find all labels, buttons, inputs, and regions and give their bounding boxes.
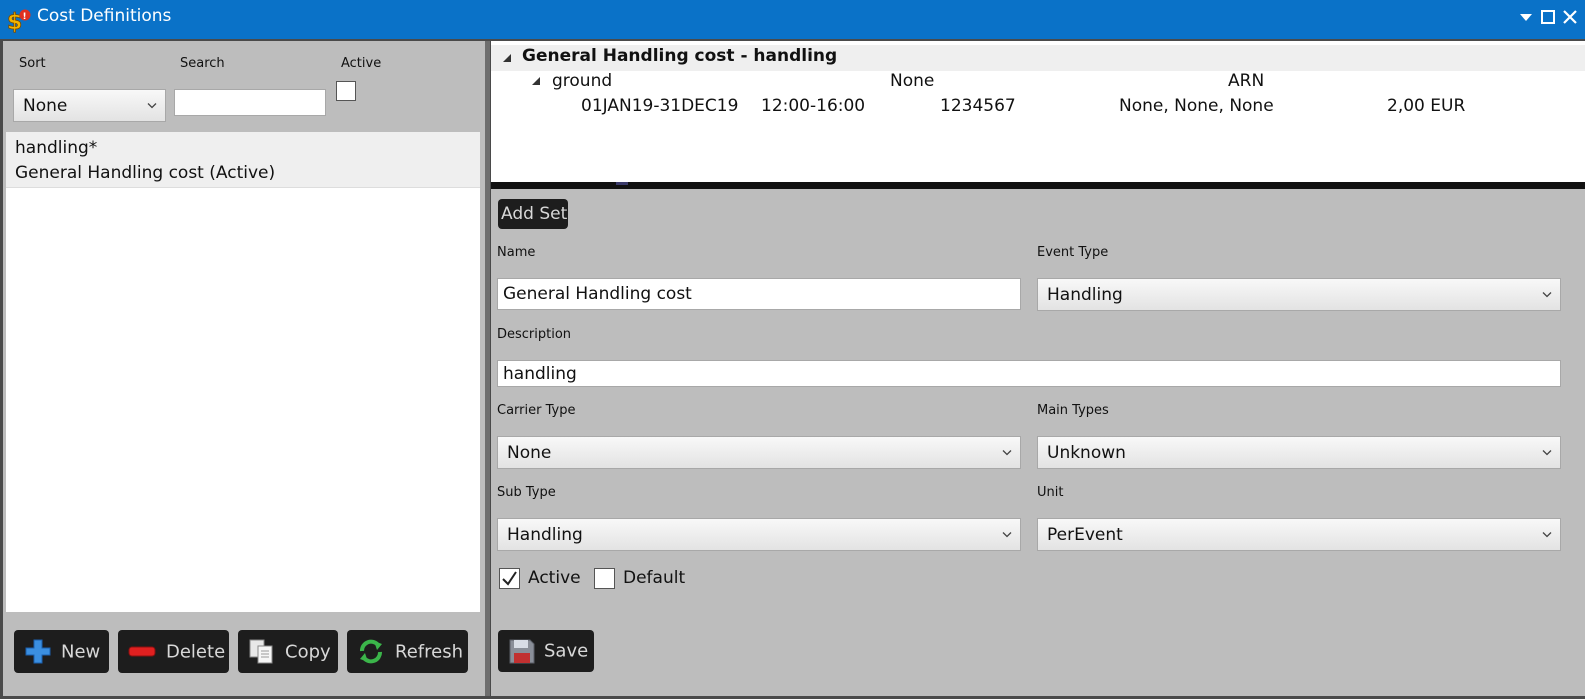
main-types-select[interactable]: Unknown xyxy=(1037,436,1561,469)
floppy-disk-icon xyxy=(509,639,535,664)
expand-triangle-icon[interactable] xyxy=(502,53,512,63)
window-title: Cost Definitions xyxy=(37,6,172,26)
event-type-select[interactable]: Handling xyxy=(1037,278,1561,311)
name-field-value: General Handling cost xyxy=(503,284,692,304)
tree-group-value: None xyxy=(890,71,935,91)
chevron-down-icon xyxy=(1542,531,1552,537)
event-type-label: Event Type xyxy=(1037,245,1109,260)
new-button-label: New xyxy=(61,641,101,662)
cost-set-tree: General Handling cost - handling ground … xyxy=(491,41,1585,182)
active-filter-checkbox[interactable] xyxy=(336,81,356,101)
description-field[interactable]: handling xyxy=(497,360,1561,387)
delete-button[interactable]: Delete xyxy=(118,630,229,673)
close-icon[interactable] xyxy=(1561,8,1579,26)
tree-row-times: 12:00-16:00 xyxy=(761,96,866,116)
list-item[interactable]: handling* General Handling cost (Active) xyxy=(6,132,480,188)
copy-icon xyxy=(249,639,273,664)
horizontal-splitter[interactable] xyxy=(491,182,1585,189)
tree-header-row[interactable]: General Handling cost - handling xyxy=(491,45,1585,71)
tree-row-types: None, None, None xyxy=(1119,96,1274,116)
tree-row-dates[interactable]: 01JAN19-31DEC19 xyxy=(581,96,738,116)
list-item-name: General Handling cost (Active) xyxy=(15,163,276,183)
description-field-value: handling xyxy=(503,363,577,384)
add-set-button[interactable]: Add Set xyxy=(498,199,568,229)
copy-button[interactable]: Copy xyxy=(238,630,338,673)
refresh-button-label: Refresh xyxy=(395,641,463,662)
save-button-label: Save xyxy=(544,640,589,662)
default-checkbox-label: Default xyxy=(623,568,686,588)
chevron-down-icon xyxy=(1542,449,1552,455)
maximize-icon[interactable] xyxy=(1539,8,1557,26)
tree-header-title: General Handling cost - handling xyxy=(522,46,838,66)
event-type-select-value: Handling xyxy=(1047,284,1123,305)
sort-select[interactable]: None xyxy=(13,89,166,122)
main-types-select-value: Unknown xyxy=(1047,442,1126,463)
checkmark-icon xyxy=(502,571,517,586)
carrier-type-select[interactable]: None xyxy=(497,436,1021,469)
tree-group-airport: ARN xyxy=(1228,71,1265,91)
dropdown-icon[interactable] xyxy=(1517,8,1535,26)
carrier-type-select-value: None xyxy=(507,442,552,463)
title-bar: $ ! Cost Definitions xyxy=(0,0,1585,39)
sub-type-select-value: Handling xyxy=(507,524,583,545)
name-label: Name xyxy=(497,245,536,260)
copy-button-label: Copy xyxy=(285,641,331,662)
chevron-down-icon xyxy=(1002,449,1012,455)
svg-text:!: ! xyxy=(23,12,27,22)
chevron-down-icon xyxy=(1002,531,1012,537)
active-filter-label: Active xyxy=(341,56,382,71)
cost-definition-form: Add Set Name Event Type General Handling… xyxy=(491,189,1585,696)
search-label: Search xyxy=(180,56,225,71)
minus-icon xyxy=(128,646,156,657)
description-label: Description xyxy=(497,327,572,342)
tree-row-amount: 2,00 EUR xyxy=(1387,96,1466,116)
sort-select-value: None xyxy=(23,95,68,116)
refresh-button[interactable]: Refresh xyxy=(347,630,468,673)
delete-button-label: Delete xyxy=(166,641,226,662)
cost-dollar-icon: $ ! xyxy=(6,7,32,35)
new-button[interactable]: New xyxy=(14,630,109,673)
sub-type-label: Sub Type xyxy=(497,485,556,500)
sub-type-select[interactable]: Handling xyxy=(497,518,1021,551)
name-field[interactable]: General Handling cost xyxy=(497,278,1021,310)
splitter-grip[interactable] xyxy=(616,182,628,185)
add-set-button-label: Add Set xyxy=(501,204,568,224)
cost-list-panel: Sort Search Active None handling* Genera… xyxy=(3,41,485,696)
save-button[interactable]: Save xyxy=(498,630,594,672)
unit-select-value: PerEvent xyxy=(1047,524,1123,545)
expand-triangle-icon[interactable] xyxy=(531,76,541,86)
list-item-code: handling* xyxy=(15,138,98,158)
plus-icon xyxy=(25,639,51,664)
active-checkbox[interactable] xyxy=(499,568,520,589)
main-types-label: Main Types xyxy=(1037,403,1109,418)
chevron-down-icon xyxy=(1542,291,1552,297)
unit-label: Unit xyxy=(1037,485,1064,500)
chevron-down-icon xyxy=(147,102,157,108)
tree-group-name[interactable]: ground xyxy=(552,71,612,91)
carrier-type-label: Carrier Type xyxy=(497,403,576,418)
vertical-splitter[interactable] xyxy=(485,41,490,696)
search-input[interactable] xyxy=(174,89,326,116)
active-checkbox-label: Active xyxy=(528,568,581,588)
unit-select[interactable]: PerEvent xyxy=(1037,518,1561,551)
cost-definition-list: handling* General Handling cost (Active) xyxy=(6,132,480,612)
default-checkbox[interactable] xyxy=(594,568,615,589)
refresh-icon xyxy=(360,639,382,664)
tree-row-code: 1234567 xyxy=(940,96,1016,116)
sort-label: Sort xyxy=(19,56,46,71)
